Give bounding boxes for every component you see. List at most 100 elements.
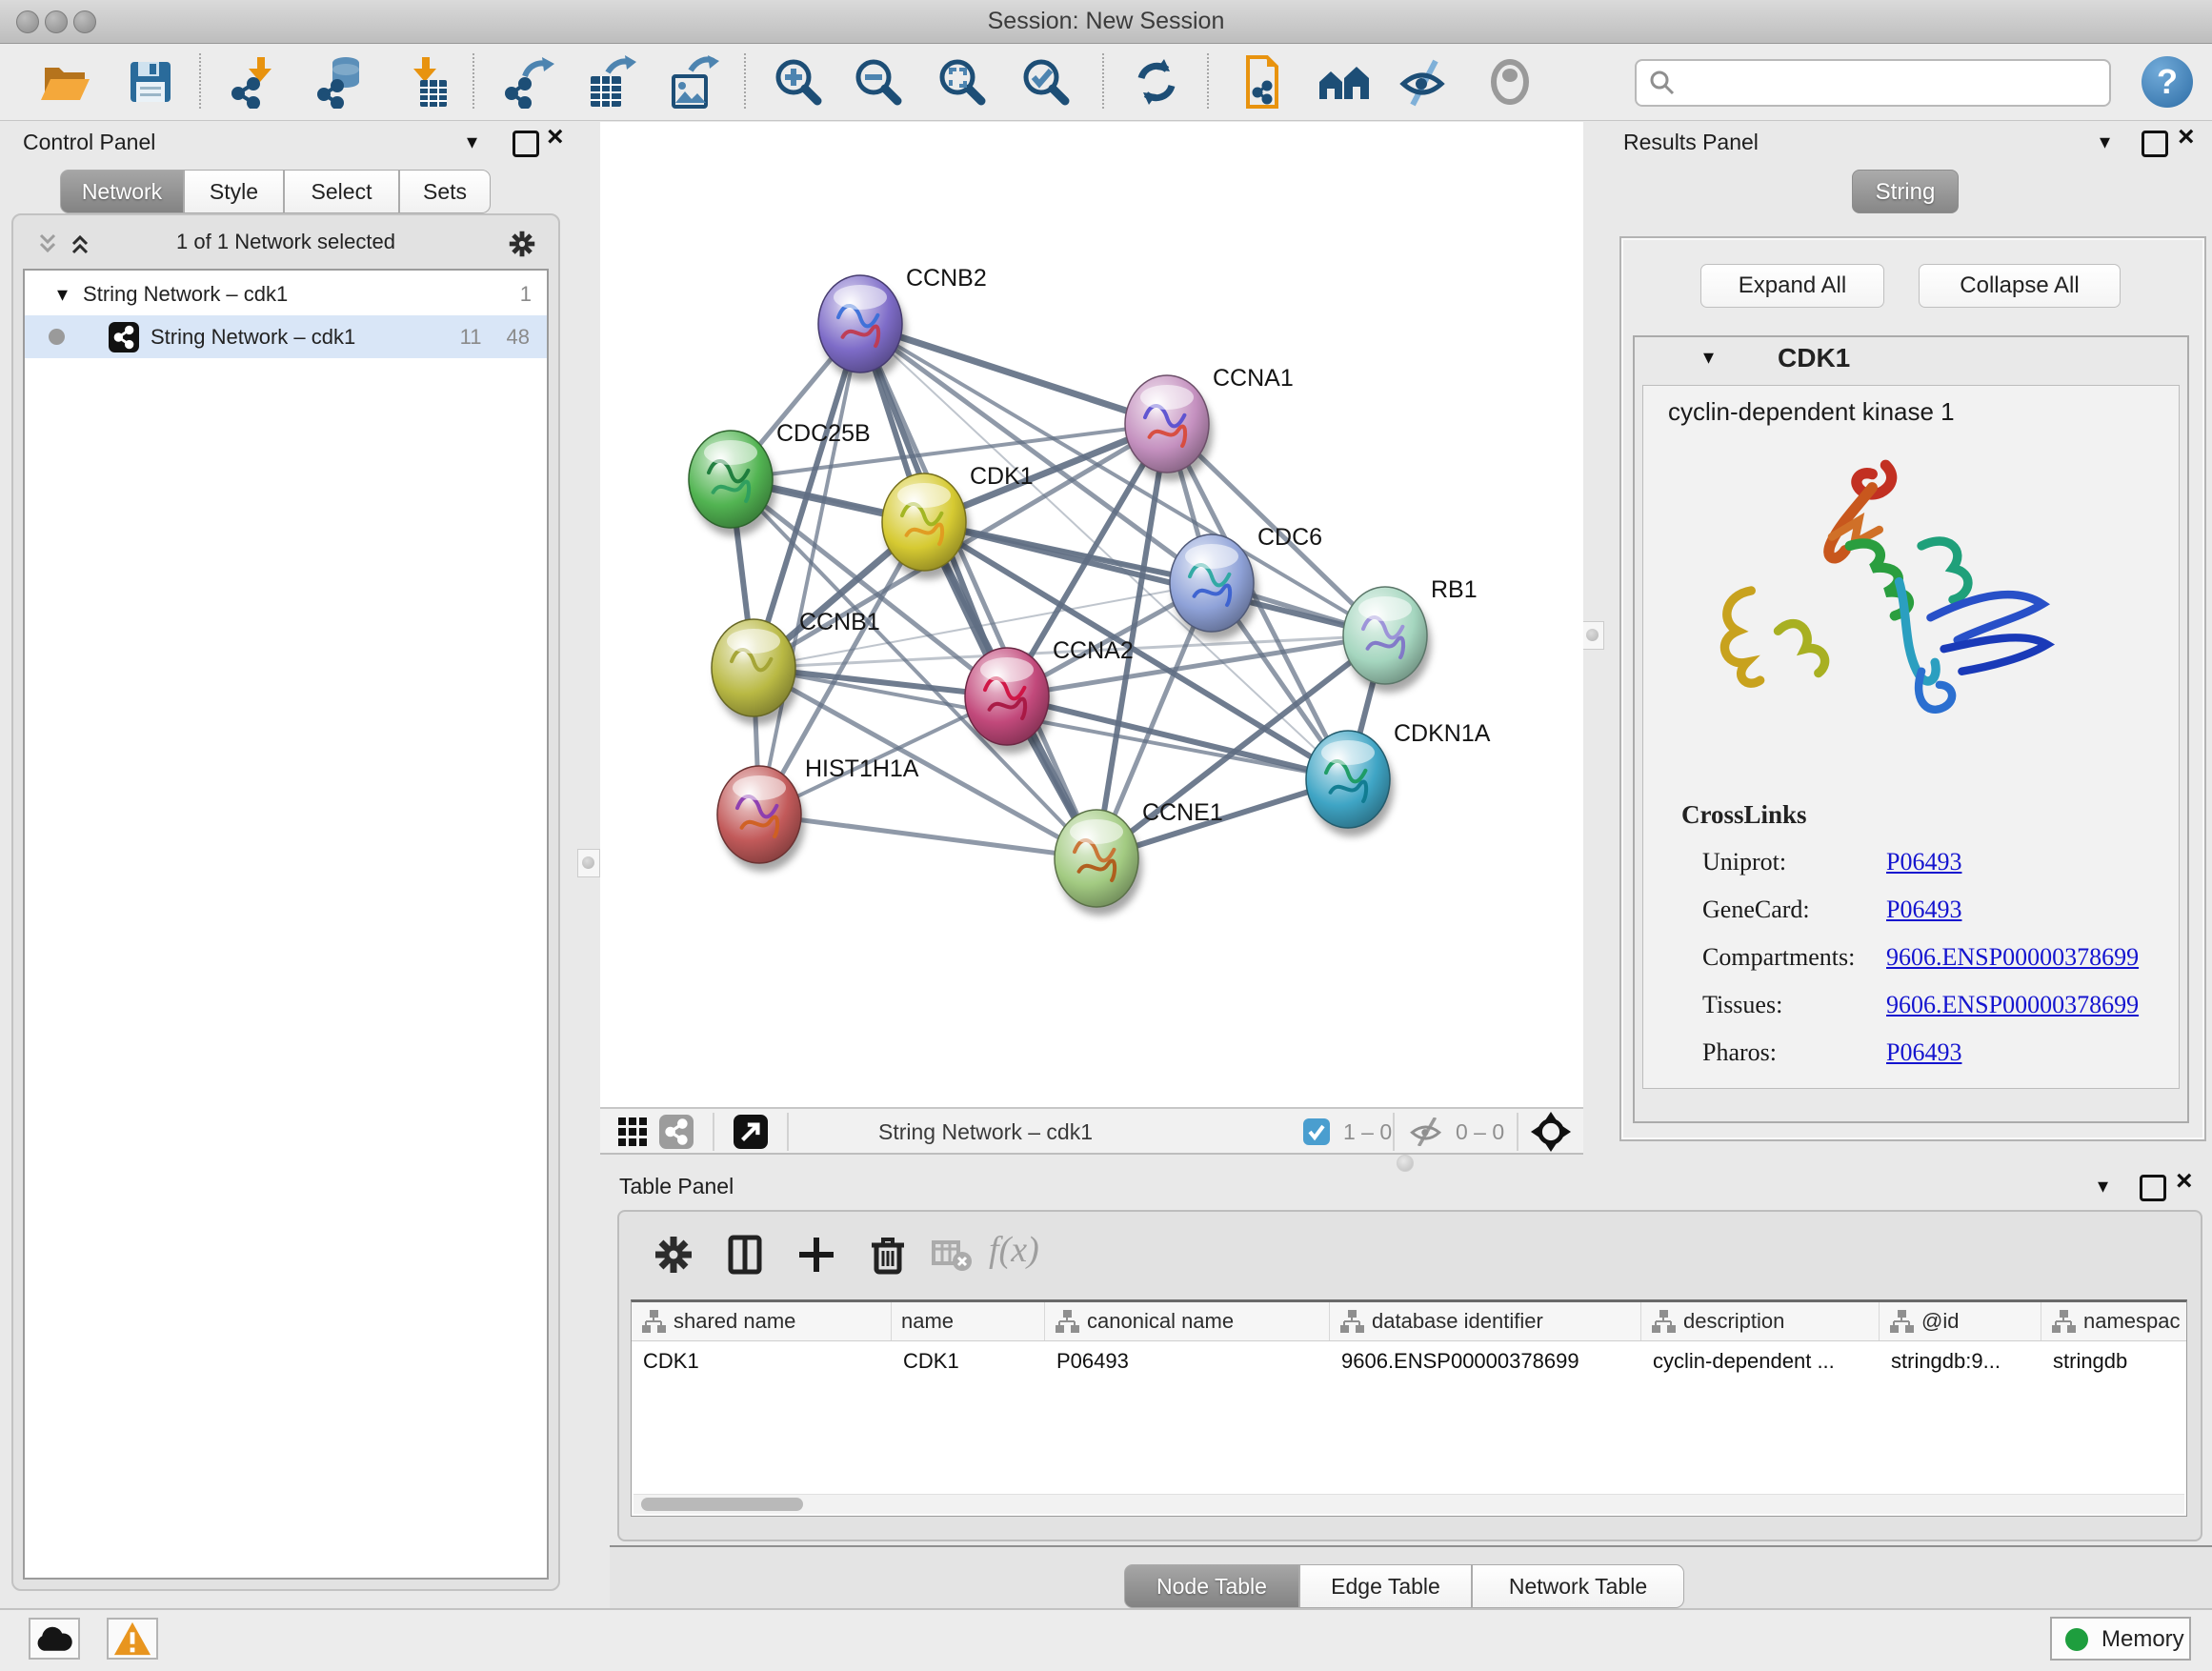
collection-label: String Network – cdk1 <box>83 282 288 307</box>
collection-expand-caret-icon[interactable]: ▾ <box>57 282 68 307</box>
table-delete-icon[interactable] <box>866 1233 910 1277</box>
network-view-title: String Network – cdk1 <box>878 1109 1093 1155</box>
houses-icon[interactable] <box>1317 55 1371 109</box>
network-node-CDC25B[interactable] <box>689 431 776 536</box>
warning-icon <box>109 1620 156 1658</box>
table-cell[interactable]: CDK1 <box>632 1341 892 1381</box>
import-network-database-icon[interactable] <box>314 55 368 109</box>
column-header[interactable]: description <box>1641 1302 1880 1340</box>
network-collection-row[interactable]: ▾ String Network – cdk1 1 <box>25 272 547 315</box>
file-network-icon[interactable] <box>1235 55 1288 109</box>
zoom-fit-icon[interactable] <box>935 55 989 109</box>
import-network-file-icon[interactable] <box>229 55 282 109</box>
network-node-CCNA1[interactable] <box>1125 375 1213 481</box>
network-list-gear-icon[interactable] <box>507 229 537 259</box>
cloud-button[interactable] <box>29 1618 80 1660</box>
refresh-view-icon[interactable] <box>1130 55 1183 109</box>
control-panel-float-icon[interactable] <box>513 131 539 165</box>
column-header[interactable]: name <box>892 1302 1045 1340</box>
navigator-eye-icon[interactable] <box>1483 55 1537 109</box>
network-edge[interactable] <box>759 815 1096 858</box>
network-row-selected[interactable]: String Network – cdk1 11 48 <box>25 315 547 358</box>
node-section-header[interactable]: ▾ CDK1 <box>1635 337 2187 381</box>
table-cell[interactable]: stringdb:9... <box>1880 1341 2041 1381</box>
table-panel-menu-caret-icon[interactable]: ▾ <box>2098 1172 2108 1200</box>
network-node-CDKN1A[interactable] <box>1306 731 1394 836</box>
table-cell[interactable]: 9606.ENSP00000378699 <box>1330 1341 1641 1381</box>
table-panel-title: Table Panel <box>619 1174 734 1199</box>
pan-crosshair-icon[interactable] <box>1530 1111 1572 1153</box>
collapse-all-button[interactable]: Collapse All <box>1919 264 2121 308</box>
column-header[interactable]: @id <box>1880 1302 2041 1340</box>
export-image-icon[interactable] <box>666 55 719 109</box>
tab-style[interactable]: Style <box>184 170 284 213</box>
column-header[interactable]: shared name <box>632 1302 892 1340</box>
column-header-label: @id <box>1921 1309 1959 1334</box>
column-header[interactable]: database identifier <box>1330 1302 1641 1340</box>
expand-all-button[interactable]: Expand All <box>1700 264 1884 308</box>
tab-network[interactable]: Network <box>60 170 184 213</box>
scrollbar-thumb[interactable] <box>641 1498 803 1511</box>
network-node-CDK1[interactable] <box>882 473 970 579</box>
column-header[interactable]: canonical name <box>1045 1302 1330 1340</box>
table-cell[interactable]: cyclin-dependent ... <box>1641 1341 1880 1381</box>
table-cell[interactable]: P06493 <box>1045 1341 1330 1381</box>
table-columns-icon[interactable] <box>723 1233 767 1277</box>
crosslink-value-link[interactable]: P06493 <box>1886 896 1961 924</box>
open-in-new-window-icon[interactable] <box>734 1115 768 1149</box>
network-canvas[interactable]: CCNB2CCNA1CDC25BCDK1CDC6RB1CCNB1CCNA2CDK… <box>600 122 1583 1107</box>
export-table-icon[interactable] <box>583 55 636 109</box>
network-node-CCNE1[interactable] <box>1055 810 1142 916</box>
selected-checkbox-icon[interactable] <box>1303 1118 1330 1145</box>
section-collapse-caret-icon[interactable]: ▾ <box>1703 345 1714 370</box>
right-splitter-handle[interactable] <box>1581 621 1604 650</box>
tab-edge-table[interactable]: Edge Table <box>1299 1564 1472 1608</box>
grid-view-icon[interactable] <box>617 1117 648 1147</box>
crosslink-value-link[interactable]: P06493 <box>1886 1038 1961 1067</box>
table-cell[interactable]: stringdb <box>2041 1341 2187 1381</box>
results-panel-float-icon[interactable] <box>2142 131 2168 165</box>
left-splitter-handle[interactable] <box>577 849 600 877</box>
network-node-CCNB1[interactable] <box>712 619 799 725</box>
column-header-label: shared name <box>674 1309 795 1334</box>
control-panel-close-icon[interactable]: × <box>547 123 564 151</box>
column-header[interactable]: namespac <box>2041 1302 2187 1340</box>
export-network-icon[interactable] <box>502 55 555 109</box>
warning-button[interactable] <box>107 1618 158 1660</box>
search-input[interactable] <box>1686 64 2100 100</box>
crosslink-value-link[interactable]: 9606.ENSP00000378699 <box>1886 991 2139 1019</box>
results-panel-close-icon[interactable]: × <box>2178 123 2195 151</box>
crosslink-value-link[interactable]: P06493 <box>1886 848 1961 876</box>
import-table-file-icon[interactable] <box>397 55 451 109</box>
open-session-icon[interactable] <box>38 55 91 109</box>
zoom-in-icon[interactable] <box>772 55 825 109</box>
table-row[interactable]: CDK1CDK1P064939606.ENSP00000378699cyclin… <box>632 1341 2186 1381</box>
help-icon[interactable]: ? <box>2142 56 2193 108</box>
network-node-HIST1H1A[interactable] <box>717 766 805 872</box>
tab-network-table[interactable]: Network Table <box>1472 1564 1684 1608</box>
tab-node-table[interactable]: Node Table <box>1124 1564 1299 1608</box>
share-view-icon[interactable] <box>659 1115 694 1149</box>
table-panel-close-icon[interactable]: × <box>2176 1167 2193 1196</box>
zoom-selected-icon[interactable] <box>1019 55 1073 109</box>
table-add-icon[interactable] <box>794 1233 838 1277</box>
node-label-CCNB1: CCNB1 <box>799 609 880 635</box>
network-edge[interactable] <box>860 324 1167 424</box>
network-list-status-row: 1 of 1 Network selected <box>13 223 558 261</box>
table-panel-float-icon[interactable] <box>2140 1175 2166 1209</box>
toolbar-separator <box>1207 53 1209 109</box>
tab-select[interactable]: Select <box>284 170 399 213</box>
memory-button[interactable]: Memory <box>2050 1617 2191 1661</box>
table-cell[interactable]: CDK1 <box>892 1341 1045 1381</box>
tab-sets[interactable]: Sets <box>399 170 491 213</box>
network-node-CCNB2[interactable] <box>818 275 906 381</box>
table-gear-icon[interactable] <box>652 1233 695 1277</box>
save-session-icon[interactable] <box>124 55 177 109</box>
hide-graphics-details-icon[interactable] <box>1398 55 1451 109</box>
zoom-out-icon[interactable] <box>852 55 905 109</box>
tab-string[interactable]: String <box>1852 170 1959 213</box>
results-panel-menu-caret-icon[interactable]: ▾ <box>2100 128 2110 156</box>
crosslink-value-link[interactable]: 9606.ENSP00000378699 <box>1886 943 2139 972</box>
control-panel-menu-caret-icon[interactable]: ▾ <box>467 128 477 156</box>
network-node-RB1[interactable] <box>1343 587 1431 693</box>
